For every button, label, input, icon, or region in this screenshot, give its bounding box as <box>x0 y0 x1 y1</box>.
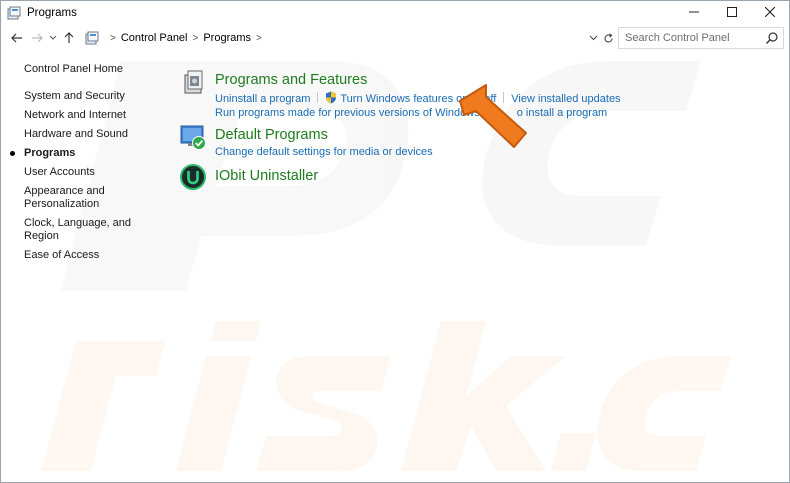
change-default-settings-link[interactable]: Change default settings for media or dev… <box>215 146 433 158</box>
search-box[interactable] <box>618 27 784 49</box>
forward-arrow-icon <box>32 33 43 43</box>
maximize-icon <box>727 7 737 17</box>
run-old-programs-link[interactable]: Run programs made for previous versions … <box>215 107 480 119</box>
recent-locations-button[interactable] <box>47 28 59 48</box>
default-programs-links: Change default settings for media or dev… <box>215 146 433 158</box>
control-panel-window: Programs > Control Panel > Programs > Se… <box>0 0 790 483</box>
breadcrumb: > Control Panel > Programs > <box>85 27 615 49</box>
iobit-uninstaller-icon[interactable] <box>179 163 209 193</box>
chevron-down-icon <box>49 35 57 40</box>
nav-item-network-internet[interactable]: Network and Internet <box>24 109 164 122</box>
category-list: System and Security Network and Internet… <box>10 90 164 268</box>
nav-item-system-security[interactable]: System and Security <box>24 90 164 103</box>
nav-item-ease-of-access[interactable]: Ease of Access <box>24 249 164 262</box>
refresh-button[interactable] <box>600 29 616 47</box>
minimize-button[interactable] <box>675 1 713 23</box>
minimize-icon <box>689 11 699 13</box>
control-panel-icon <box>85 31 99 45</box>
window-controls <box>675 1 789 25</box>
control-panel-home-link[interactable]: Control Panel Home <box>24 63 123 75</box>
nav-item-hardware-sound[interactable]: Hardware and Sound <box>24 128 164 141</box>
default-programs-icon[interactable] <box>179 122 209 152</box>
programs-features-icon[interactable] <box>179 67 209 97</box>
search-input[interactable] <box>625 32 763 44</box>
programs-features-links-row1: Uninstall a program Turn Windows features… <box>215 91 621 105</box>
title-bar: Programs <box>1 1 789 25</box>
maximize-button[interactable] <box>713 1 751 23</box>
breadcrumb-separator-icon: > <box>256 32 262 44</box>
nav-item-appearance-personalization[interactable]: Appearance and Personalization <box>24 185 164 211</box>
refresh-icon <box>603 32 613 42</box>
breadcrumb-control-panel[interactable]: Control Panel <box>121 32 188 44</box>
back-button[interactable] <box>7 28 27 48</box>
uninstall-program-link[interactable]: Uninstall a program <box>215 93 310 105</box>
programs-features-title[interactable]: Programs and Features <box>215 72 367 88</box>
address-bar: > Control Panel > Programs > <box>1 27 789 49</box>
link-divider <box>317 92 319 103</box>
close-icon <box>765 7 775 17</box>
uac-shield-icon <box>326 91 337 104</box>
window-title: Programs <box>27 7 77 19</box>
nav-item-clock-language-region[interactable]: Clock, Language, and Region <box>24 217 164 243</box>
forward-button[interactable] <box>27 28 47 48</box>
breadcrumb-programs[interactable]: Programs <box>203 32 251 44</box>
nav-item-programs[interactable]: Programs <box>10 147 164 160</box>
iobit-uninstaller-title[interactable]: IObit Uninstaller <box>215 168 318 184</box>
orange-pointer-arrow-icon <box>459 84 527 148</box>
search-icon[interactable] <box>765 31 779 45</box>
programs-features-links-row2: Run programs made for previous versions … <box>215 106 607 119</box>
address-dropdown-button[interactable] <box>586 29 600 47</box>
up-arrow-icon <box>64 32 74 43</box>
up-button[interactable] <box>59 28 79 48</box>
close-button[interactable] <box>751 1 789 23</box>
nav-item-user-accounts[interactable]: User Accounts <box>24 166 164 179</box>
default-programs-title[interactable]: Default Programs <box>215 127 328 143</box>
chevron-down-icon <box>589 35 597 41</box>
control-panel-app-icon <box>7 6 21 20</box>
back-arrow-icon <box>11 33 22 43</box>
breadcrumb-separator-icon: > <box>110 32 116 44</box>
breadcrumb-separator-icon: > <box>192 32 199 44</box>
